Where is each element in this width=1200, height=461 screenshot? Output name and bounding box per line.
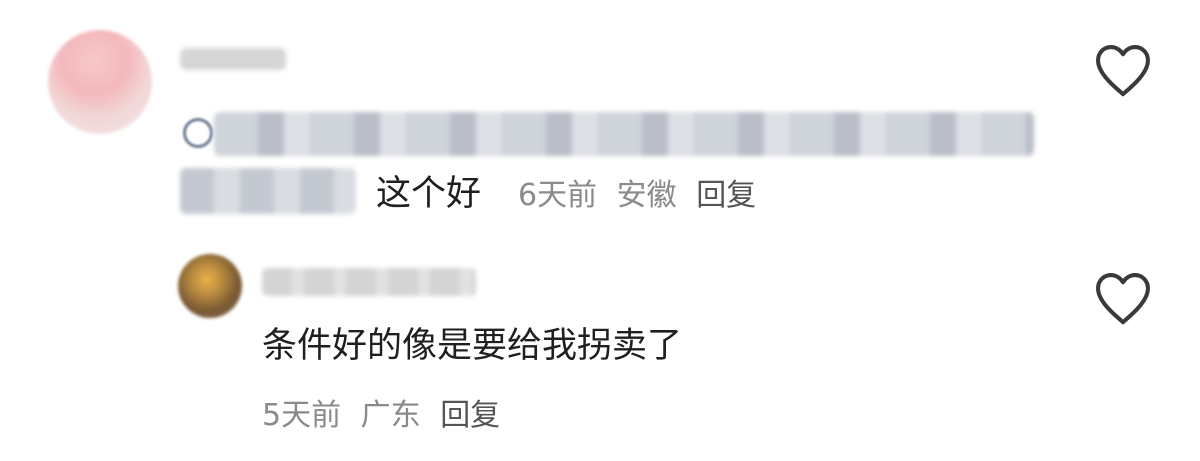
comment-2: 条件好的像是要给我拐卖了 5天前 广东 回复 [0, 240, 1200, 461]
user-avatar[interactable] [178, 254, 242, 318]
comment-text: 这个好 [376, 174, 482, 214]
username-blurred[interactable] [262, 268, 476, 296]
comment-location: 广东 [360, 398, 421, 433]
comment-location: 安徽 [616, 178, 677, 213]
reply-button[interactable]: 回复 [696, 178, 756, 213]
comment-text: 条件好的像是要给我拐卖了 [262, 326, 683, 366]
comment-time: 6天前 [518, 178, 598, 213]
user-avatar[interactable] [48, 30, 152, 134]
comment-meta: 6天前 安徽 回复 [518, 176, 756, 216]
blurred-line-1 [214, 112, 1034, 156]
reply-button[interactable]: 回复 [440, 398, 500, 433]
comment-meta: 5天前 广东 回复 [262, 396, 500, 436]
comment-1: 这个好 6天前 安徽 回复 [0, 0, 1200, 240]
mention-icon [183, 118, 213, 148]
username-blurred[interactable] [180, 48, 286, 70]
heart-outline-icon[interactable] [1092, 270, 1154, 326]
blurred-line-2 [180, 168, 356, 214]
comment-time: 5天前 [262, 398, 342, 433]
heart-outline-icon[interactable] [1092, 42, 1154, 98]
